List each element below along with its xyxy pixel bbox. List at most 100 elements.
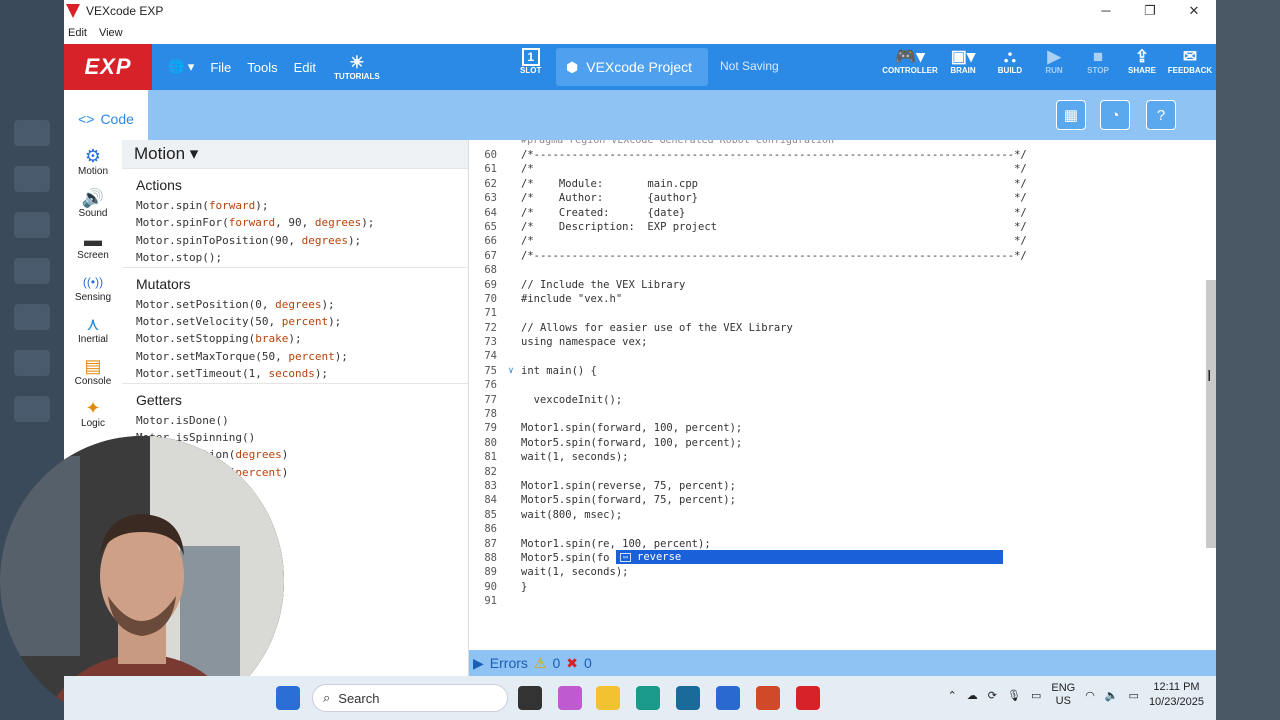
language-menu[interactable]: 🌐 ▾ — [168, 59, 194, 75]
dashboard-button[interactable]: ◔ — [1100, 100, 1130, 130]
code-line[interactable]: 87 Motor1.spin(re, 100, percent); — [469, 537, 1216, 551]
slot-button[interactable]: 1 SLOT — [520, 48, 541, 75]
code-line[interactable]: 85 wait(800, msec); — [469, 508, 1216, 522]
code-line[interactable]: 83 Motor1.spin(reverse, 75, percent); — [469, 479, 1216, 493]
code-line[interactable]: 91 — [469, 594, 1216, 608]
vexcode-taskbar-icon[interactable] — [796, 686, 820, 710]
menu-view[interactable]: View — [99, 27, 123, 39]
category-sensing[interactable]: ((•)) Sensing — [64, 266, 122, 308]
run-button[interactable]: ▶ RUN — [1032, 48, 1076, 76]
code-line[interactable]: 65 /* Description: EXP project */ — [469, 220, 1216, 234]
outlook-icon[interactable] — [716, 686, 740, 710]
brain-button[interactable]: ▣▾ BRAIN — [938, 48, 988, 76]
sync-icon[interactable]: ⟳ — [988, 689, 997, 702]
powerpoint-icon[interactable] — [756, 686, 780, 710]
code-line[interactable]: 73 using namespace vex; — [469, 335, 1216, 349]
code-line[interactable]: 64 /* Created: {date} */ — [469, 206, 1216, 220]
palette-command[interactable]: Motor.setStopping(brake); — [122, 330, 468, 347]
menu-edit[interactable]: Edit — [68, 27, 87, 39]
code-editor[interactable]: #pragma region VEXcode Generated Robot C… — [469, 140, 1216, 650]
line-number: 68 — [484, 264, 497, 277]
maximize-button[interactable]: ❐ — [1128, 3, 1172, 19]
autocomplete-suggestion[interactable]: ▭ reverse — [616, 550, 1003, 564]
palette-command[interactable]: Motor.stop(); — [122, 249, 468, 266]
code-line[interactable]: 69 // Include the VEX Library — [469, 278, 1216, 292]
code-line[interactable]: 90} — [469, 580, 1216, 594]
palette-command[interactable]: Motor.setMaxTorque(50, percent); — [122, 348, 468, 365]
code-line[interactable]: 79 Motor1.spin(forward, 100, percent); — [469, 421, 1216, 435]
share-button[interactable]: ⇪ SHARE — [1120, 48, 1164, 76]
build-button[interactable]: ⛬ BUILD — [988, 48, 1032, 76]
code-line[interactable]: 63 /* Author: {author} */ — [469, 191, 1216, 205]
edge-icon[interactable] — [636, 686, 660, 710]
code-line[interactable]: 62 /* Module: main.cpp */ — [469, 177, 1216, 191]
palette-command[interactable]: Motor.spinToPosition(90, degrees); — [122, 232, 468, 249]
devices-button[interactable]: ▦ — [1056, 100, 1086, 130]
windows-start-icon[interactable] — [276, 686, 300, 710]
code-line[interactable]: 66 /* */ — [469, 234, 1216, 248]
code-line[interactable]: 89 wait(1, seconds); — [469, 565, 1216, 579]
fold-chevron-icon[interactable]: ∨ — [501, 364, 521, 378]
file-explorer-icon[interactable] — [596, 686, 620, 710]
controller-button[interactable]: 🎮▾ CONTROLLER — [882, 48, 938, 76]
category-inertial[interactable]: ⋏ Inertial — [64, 308, 122, 350]
taskbar-search[interactable]: ⌕ Search — [312, 684, 508, 712]
code-line[interactable]: 67 /*------------------------------------… — [469, 249, 1216, 263]
close-button[interactable]: ✕ — [1172, 3, 1216, 19]
palette-command[interactable]: Motor.spinFor(forward, 90, degrees); — [122, 214, 468, 231]
category-screen[interactable]: ▬ Screen — [64, 224, 122, 266]
battery-icon[interactable]: ▭ — [1129, 689, 1139, 702]
errors-bar[interactable]: ▶ Errors ⚠ 0 ✖ 0 — [469, 650, 1216, 676]
code-line[interactable]: 71 — [469, 306, 1216, 320]
code-line[interactable]: 78 — [469, 407, 1216, 421]
code-line[interactable]: 77 vexcodeInit(); — [469, 393, 1216, 407]
code-line[interactable]: 80 Motor5.spin(forward, 100, percent); — [469, 436, 1216, 450]
feedback-button[interactable]: ✉ FEEDBACK — [1164, 48, 1216, 76]
volume-icon[interactable]: 🔈 — [1105, 689, 1119, 702]
line-number: 69 — [484, 278, 497, 291]
file-menu[interactable]: File — [210, 60, 231, 75]
copilot-icon[interactable] — [558, 686, 582, 710]
tools-menu[interactable]: Tools — [247, 60, 277, 75]
code-line[interactable]: 84 Motor5.spin(forward, 75, percent); — [469, 493, 1216, 507]
code-line[interactable]: 70 #include "vex.h" — [469, 292, 1216, 306]
palette-command[interactable]: Motor.setPosition(0, degrees); — [122, 296, 468, 313]
code-line[interactable]: 81 wait(1, seconds); — [469, 450, 1216, 464]
palette-title[interactable]: Motion ▾ — [122, 140, 468, 168]
microphone-icon[interactable]: 🎙 — [1007, 689, 1021, 702]
task-view-icon[interactable] — [518, 686, 542, 710]
category-console[interactable]: ▤ Console — [64, 350, 122, 392]
code-line[interactable]: 61 /* */ — [469, 162, 1216, 176]
category-motion[interactable]: ⚙ Motion — [64, 140, 122, 182]
category-sound[interactable]: 🔊 Sound — [64, 182, 122, 224]
editor-scrollbar[interactable] — [1206, 280, 1216, 548]
store-icon[interactable] — [676, 686, 700, 710]
display-icon[interactable]: ▭ — [1031, 689, 1041, 702]
code-line[interactable]: 60 /*------------------------------------… — [469, 148, 1216, 162]
project-name-field[interactable]: ⬢ VEXcode Project — [556, 48, 708, 86]
code-line[interactable]: 75 ∨ int main() { — [469, 364, 1216, 378]
tab-code[interactable]: <> Code — [64, 98, 148, 140]
clock[interactable]: 12:11 PM 10/23/2025 — [1149, 680, 1204, 710]
palette-command[interactable]: Motor.spin(forward); — [122, 197, 468, 214]
code-line[interactable]: 74 — [469, 349, 1216, 363]
line-number: 70 — [484, 292, 497, 305]
palette-command[interactable]: Motor.setTimeout(1, seconds); — [122, 365, 468, 382]
minimize-button[interactable]: ─ — [1084, 3, 1128, 19]
palette-command[interactable]: Motor.isDone() — [122, 412, 468, 429]
code-line[interactable]: 72 // Allows for easier use of the VEX Li… — [469, 321, 1216, 335]
help-button[interactable]: ? — [1146, 100, 1176, 130]
code-line[interactable]: 68 — [469, 263, 1216, 277]
code-line[interactable]: 86 — [469, 522, 1216, 536]
language-indicator[interactable]: ENG US — [1051, 682, 1075, 708]
category-logic[interactable]: ✦ Logic — [64, 392, 122, 434]
palette-command[interactable]: Motor.setVelocity(50, percent); — [122, 313, 468, 330]
tutorials-button[interactable]: ☀ TUTORIALS — [334, 53, 380, 81]
onedrive-icon[interactable]: ☁ — [967, 689, 978, 702]
chevron-up-icon[interactable]: ⌃ — [948, 689, 957, 702]
edit-menu[interactable]: Edit — [294, 60, 316, 75]
code-line[interactable]: 76 — [469, 378, 1216, 392]
wifi-icon[interactable]: ◠ — [1085, 689, 1095, 702]
stop-button[interactable]: ■ STOP — [1076, 48, 1120, 76]
code-line[interactable]: 82 — [469, 465, 1216, 479]
